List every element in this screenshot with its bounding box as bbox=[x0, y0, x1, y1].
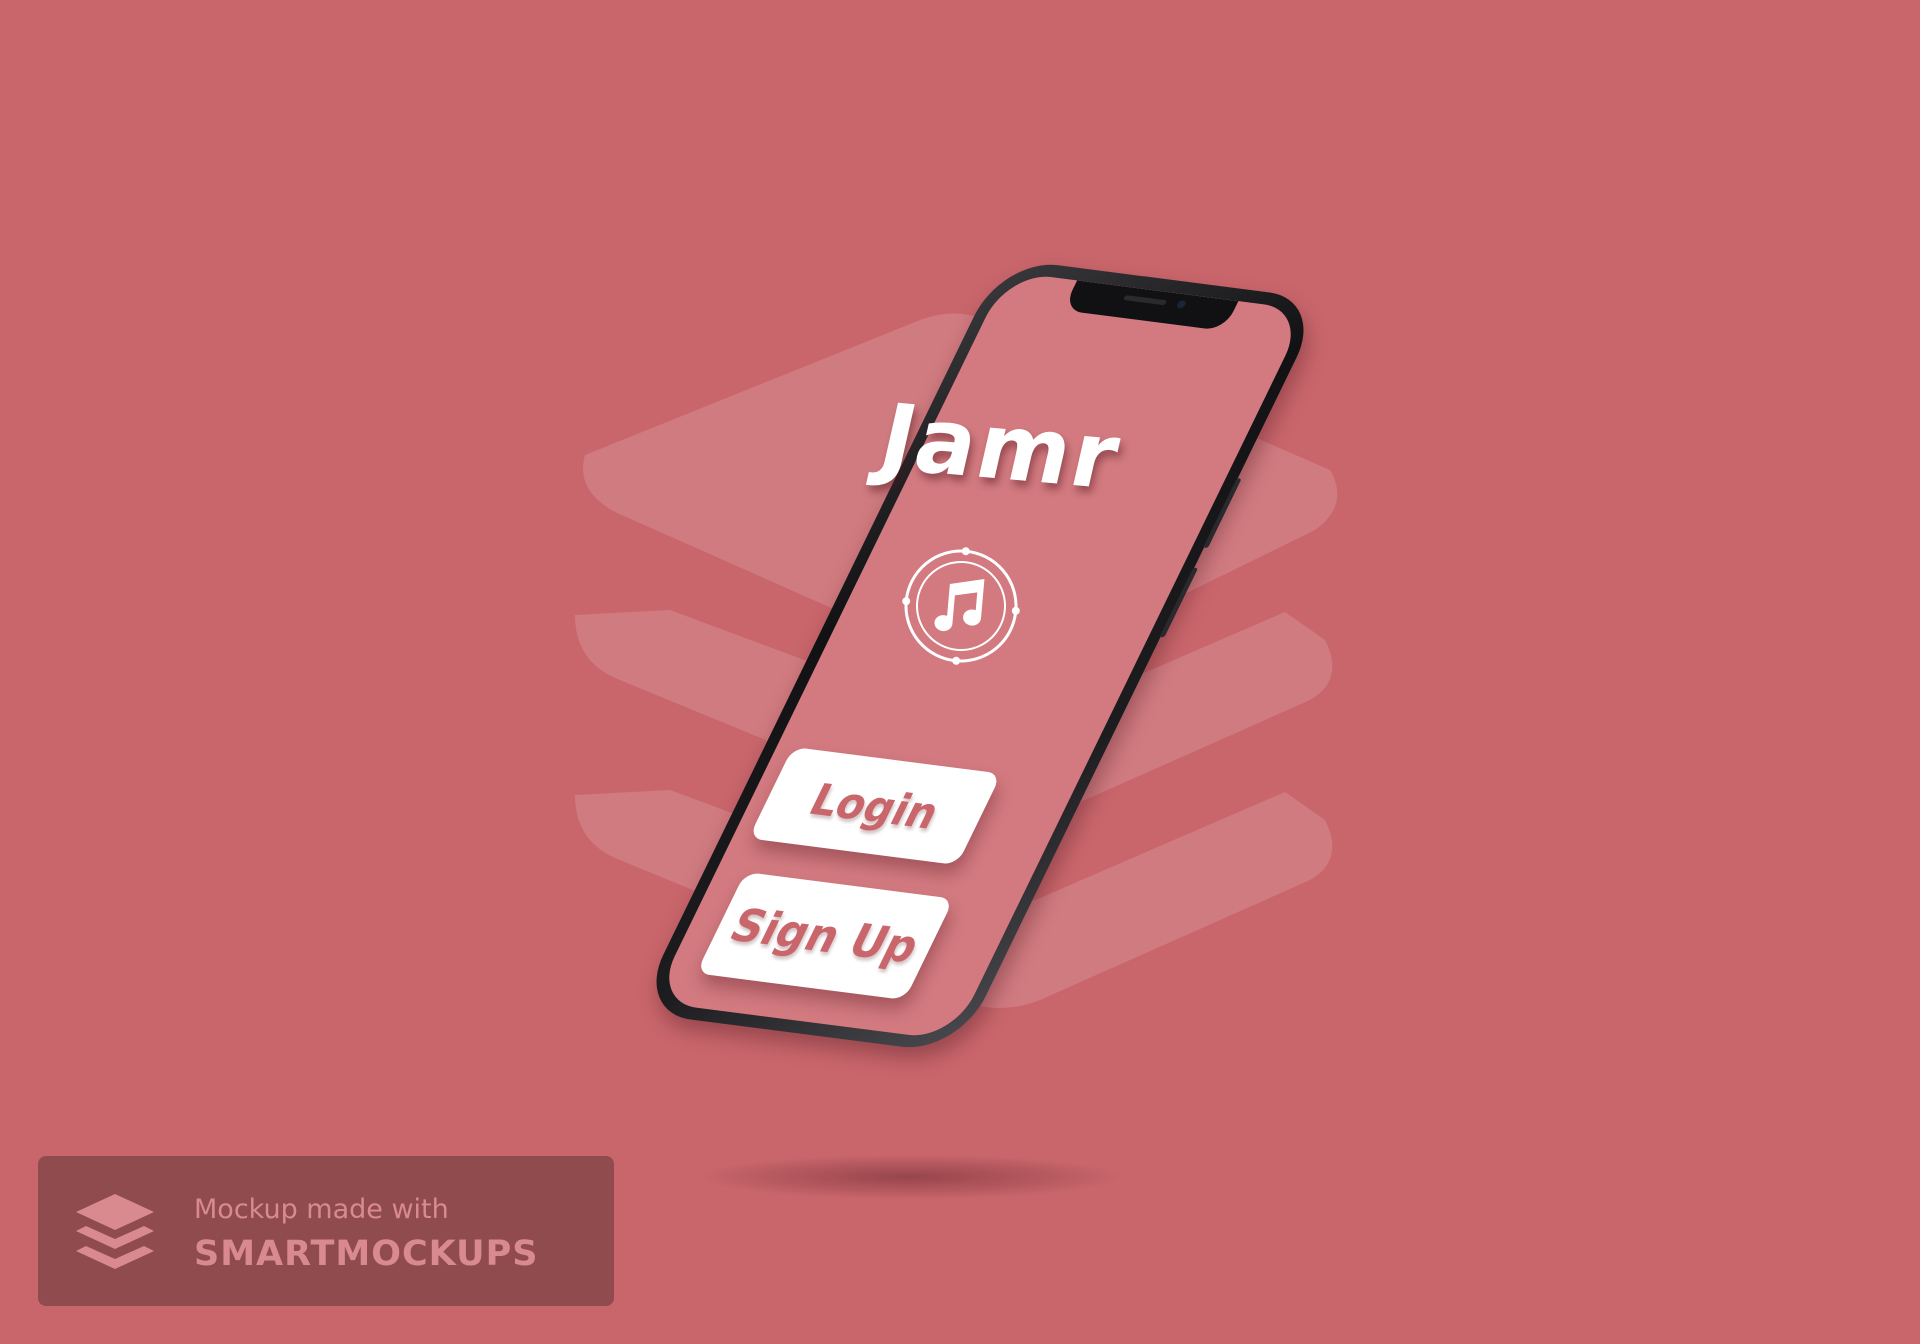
smartmockups-watermark-badge: Mockup made with SMARTMOCKUPS bbox=[38, 1156, 614, 1306]
login-button-label: Login bbox=[801, 773, 949, 839]
app-title: Jamr bbox=[870, 384, 1131, 511]
music-note-circle-icon bbox=[902, 547, 1020, 665]
signup-button-label: Sign Up bbox=[721, 898, 929, 974]
front-camera-icon bbox=[1175, 299, 1188, 309]
speaker-grille bbox=[1123, 295, 1168, 306]
phone-floor-shadow bbox=[700, 1155, 1120, 1199]
watermark-caption: Mockup made with bbox=[194, 1194, 449, 1225]
watermark-brand: SMARTMOCKUPS bbox=[194, 1234, 539, 1274]
mockup-stage: Jamr Login Sign Up Mockup made with SMAR… bbox=[0, 0, 1920, 1344]
layers-icon bbox=[76, 1194, 154, 1269]
